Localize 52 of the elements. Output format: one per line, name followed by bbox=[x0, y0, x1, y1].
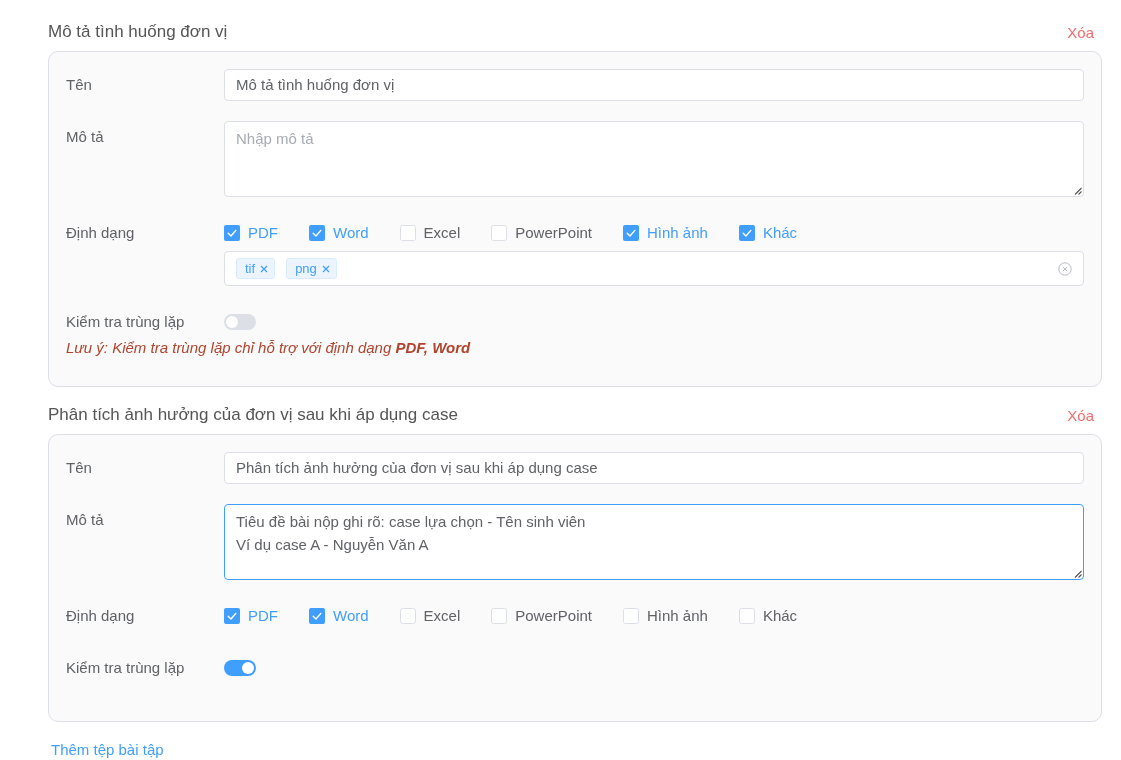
tag-text: tif bbox=[245, 260, 256, 277]
section-title: Mô tả tình huống đơn vị bbox=[48, 21, 228, 43]
extension-select-field[interactable]: tif png bbox=[224, 251, 1084, 286]
clear-icon[interactable] bbox=[1058, 261, 1072, 276]
description-field[interactable]: Tiêu đề bài nộp ghi rõ: case lựa chọn - Tên sinh viên Ví dụ case A - Nguyễn Văn A bbox=[224, 504, 1084, 580]
format-checkbox[interactable]: Word bbox=[309, 223, 369, 243]
format-checkbox[interactable]: Khác bbox=[738, 606, 798, 626]
field-label: Định dạng bbox=[66, 606, 135, 626]
checkbox-icon[interactable] bbox=[399, 608, 416, 624]
format-checkbox[interactable]: Excel bbox=[399, 606, 461, 626]
format-checkbox[interactable]: Excel bbox=[399, 223, 461, 243]
format-checkbox[interactable]: PDF bbox=[224, 606, 278, 626]
field-label: Mô tả bbox=[66, 510, 104, 530]
format-checkbox[interactable]: Word bbox=[309, 606, 369, 626]
format-checkbox[interactable]: PowerPoint bbox=[491, 606, 592, 626]
checkbox-icon[interactable] bbox=[309, 608, 325, 624]
format-checkbox[interactable]: Hình ảnh bbox=[623, 223, 708, 243]
field-label: Kiểm tra trùng lặp bbox=[66, 658, 185, 678]
format-checkbox[interactable]: PowerPoint bbox=[491, 223, 592, 243]
note-text: Lưu ý: Kiểm tra trùng lặp chỉ hỗ trợ với định dạng PDF, Word bbox=[66, 338, 471, 358]
name-field[interactable]: Mô tả tình huống đơn vị bbox=[224, 69, 1084, 101]
checkbox-icon[interactable] bbox=[623, 225, 639, 241]
checkbox-icon[interactable] bbox=[399, 225, 416, 241]
checkbox-icon[interactable] bbox=[224, 608, 240, 624]
field-label: Tên bbox=[66, 458, 92, 478]
checkbox-icon[interactable] bbox=[491, 225, 508, 241]
format-checkbox[interactable]: Khác bbox=[738, 223, 798, 243]
description-field[interactable]: Nhập mô tả bbox=[224, 121, 1084, 197]
toggle-switch[interactable] bbox=[224, 660, 256, 676]
name-field[interactable]: Phân tích ảnh hưởng của đơn vị sau khi áp dụng case bbox=[224, 452, 1084, 484]
section-title: Phân tích ảnh hưởng của đơn vị sau khi áp dụng case bbox=[48, 404, 458, 426]
field-label: Định dạng bbox=[66, 223, 135, 243]
format-checkbox[interactable]: PDF bbox=[224, 223, 278, 243]
delete-link[interactable]: Xóa bbox=[1067, 23, 1094, 43]
tag-text: png bbox=[295, 260, 317, 277]
toggle-switch[interactable] bbox=[224, 314, 256, 330]
delete-link[interactable]: Xóa bbox=[1067, 406, 1094, 426]
checkbox-icon[interactable] bbox=[623, 608, 639, 624]
add-file-link[interactable]: Thêm tệp bài tập bbox=[51, 740, 164, 760]
checkbox-icon[interactable] bbox=[738, 225, 755, 241]
checkbox-icon[interactable] bbox=[491, 608, 508, 624]
resize-grip-icon[interactable] bbox=[1074, 570, 1082, 578]
close-icon[interactable] bbox=[260, 264, 269, 273]
resize-grip-icon[interactable] bbox=[1074, 187, 1082, 195]
field-label: Mô tả bbox=[66, 127, 104, 147]
close-icon[interactable] bbox=[321, 264, 330, 273]
checkbox-icon[interactable] bbox=[309, 225, 325, 241]
field-label: Kiểm tra trùng lặp bbox=[66, 312, 185, 332]
checkbox-icon[interactable] bbox=[224, 225, 240, 241]
checkbox-icon[interactable] bbox=[738, 608, 755, 624]
format-checkbox[interactable]: Hình ảnh bbox=[623, 606, 708, 626]
field-label: Tên bbox=[66, 75, 92, 95]
